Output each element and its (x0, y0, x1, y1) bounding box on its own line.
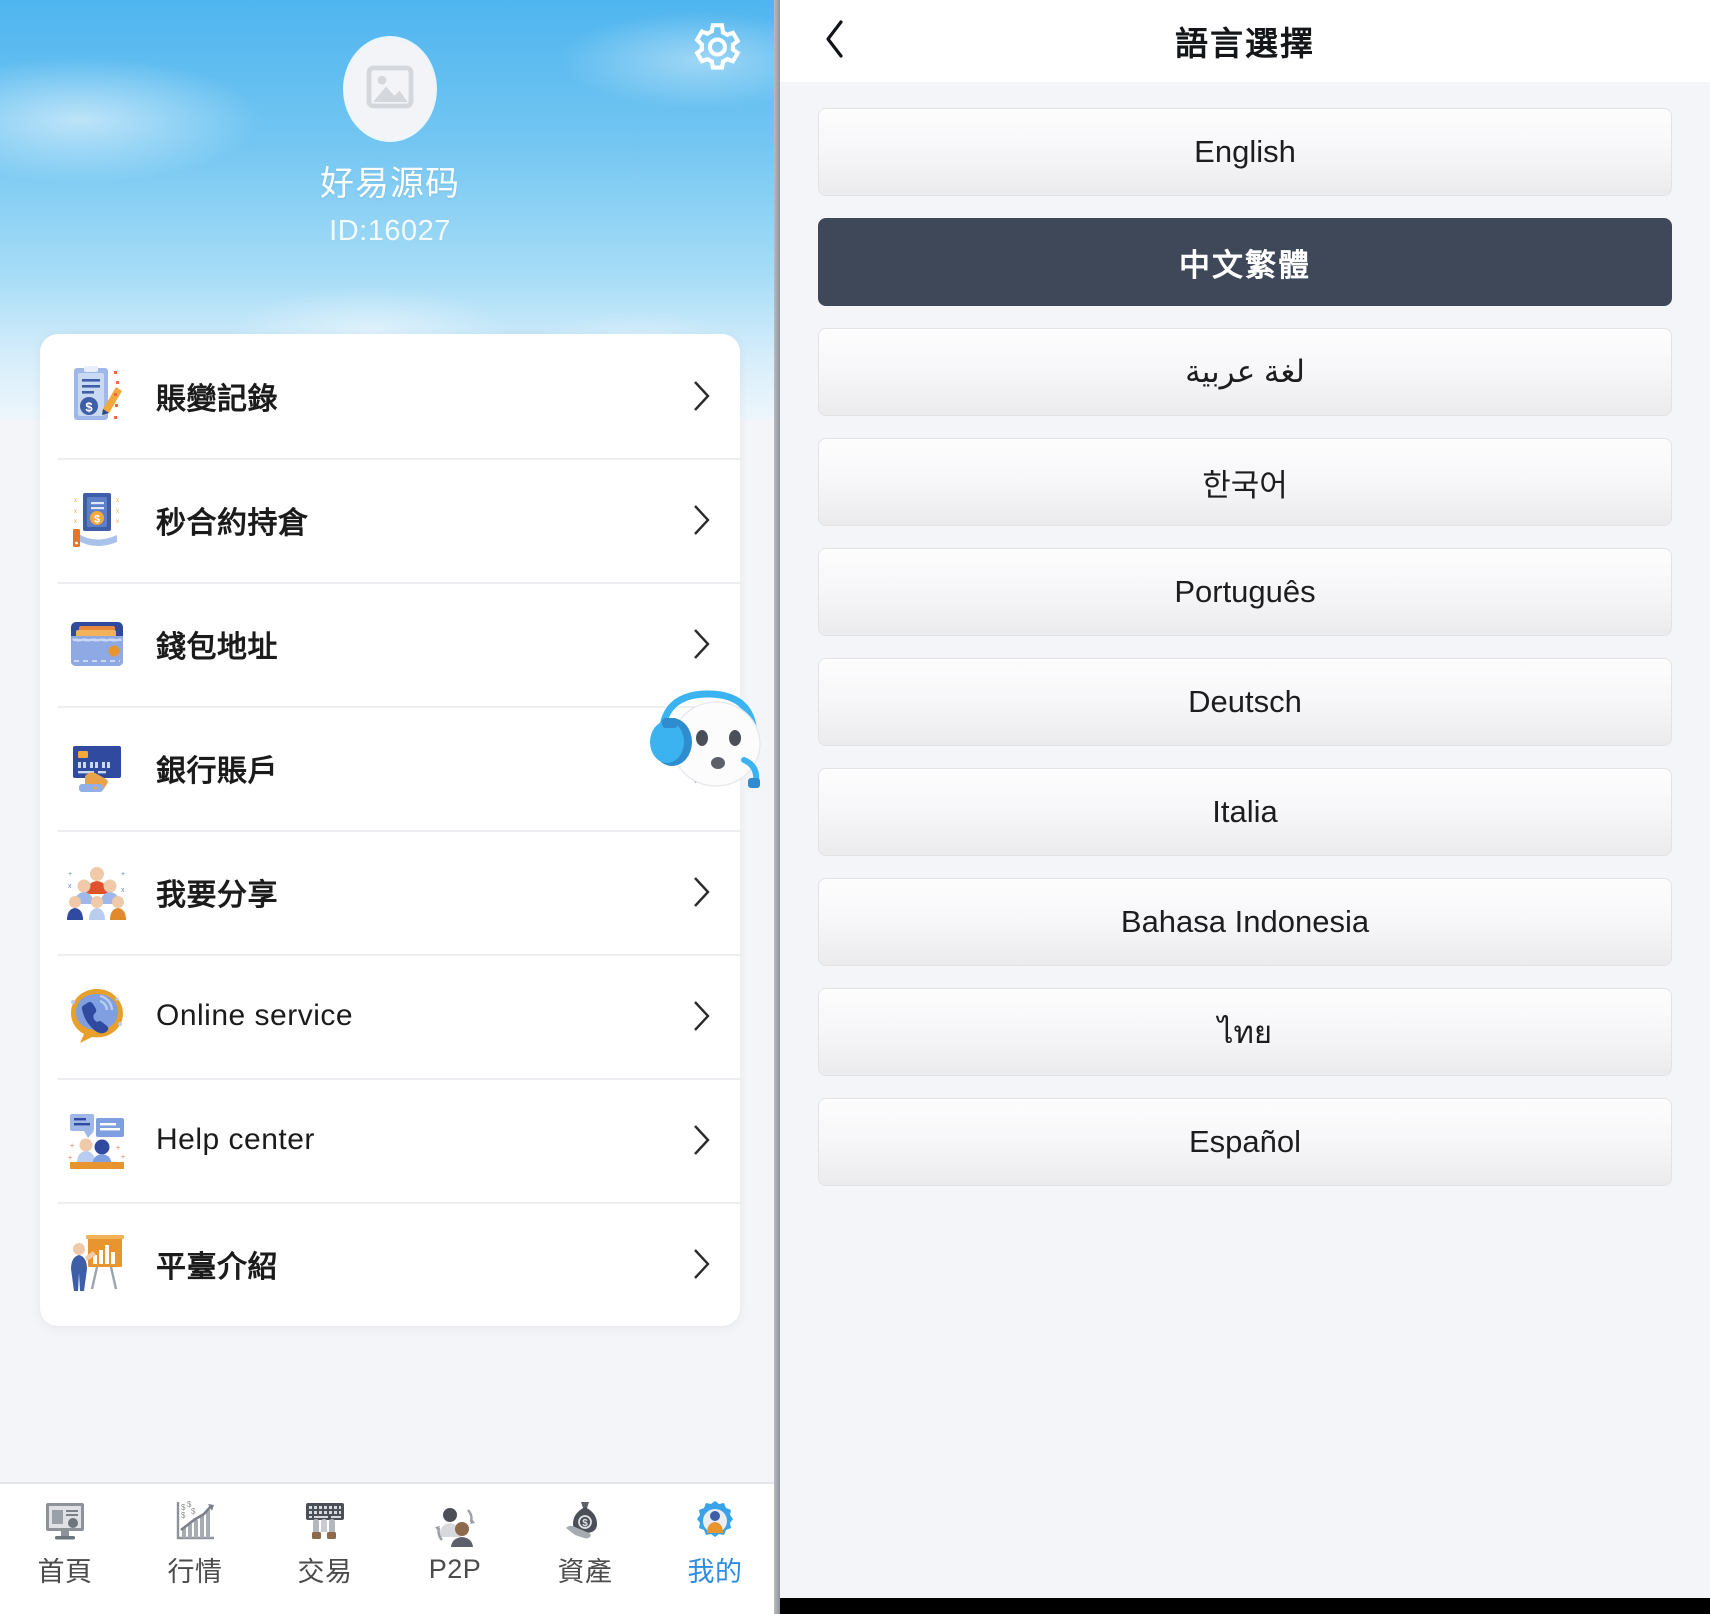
platform-intro-presentation-icon (64, 1231, 130, 1297)
svg-text:x: x (74, 498, 77, 504)
profile-nickname: 好易源码 (320, 165, 460, 203)
profile-menu-card: $ 賬變記錄 $ x x x x x x 秒合約持倉 錢包地址 銀行賬戶 + x… (40, 334, 740, 1326)
chevron-right-icon (692, 999, 712, 1033)
language-list: English 中文繁體 لغة عربية 한국어 Português Deu… (780, 82, 1710, 1186)
svg-text:$: $ (582, 1518, 588, 1529)
chevron-right-icon (692, 379, 712, 413)
svg-text:x: x (74, 519, 77, 525)
back-button[interactable] (804, 0, 866, 82)
chevron-right-icon (692, 503, 712, 537)
menu-item-label: Help center (156, 1123, 315, 1156)
tab-label: P2P (428, 1553, 482, 1584)
svg-text:$: $ (94, 514, 100, 526)
menu-item-label: 賬變記錄 (156, 383, 278, 416)
tab-p2p[interactable]: P2P (390, 1484, 520, 1600)
svg-text:$: $ (85, 400, 93, 415)
market-chart-icon: $ $ $ $ (170, 1496, 220, 1546)
svg-text:$: $ (191, 1507, 196, 1516)
menu-item-help-center[interactable]: + + + + Help center (40, 1078, 740, 1202)
mine-gear-user-icon (690, 1496, 740, 1546)
profile-panel: 好易源码 ID:16027 $ 賬變記錄 $ x x x x x x 秒合約持倉… (0, 0, 780, 1614)
language-option-chinese-traditional[interactable]: 中文繁體 (818, 218, 1672, 306)
gear-icon[interactable] (686, 18, 744, 76)
page-title: 語言選擇 (1175, 25, 1315, 62)
svg-text:+: + (116, 1145, 120, 1152)
bank-account-icon (64, 735, 130, 801)
svg-text:x: x (116, 498, 119, 504)
svg-text:x: x (74, 509, 77, 515)
chevron-right-icon (692, 627, 712, 661)
menu-item-platform-intro[interactable]: 平臺介紹 (40, 1202, 740, 1326)
chevron-right-icon (692, 1247, 712, 1281)
svg-text:+: + (68, 1155, 72, 1162)
assets-moneybag-icon: $ (560, 1496, 610, 1546)
tab-label: 資產 (557, 1556, 613, 1587)
menu-item-second-contract-position[interactable]: $ xxx xxx 秒合約持倉 (40, 458, 740, 582)
menu-item-label: 我要分享 (156, 879, 278, 912)
app-screen: 好易源码 ID:16027 $ 賬變記錄 $ x x x x x x 秒合約持倉… (0, 0, 1710, 1614)
home-indicator-area (0, 1600, 780, 1614)
profile-user-id: ID:16027 (329, 215, 451, 247)
tab-market[interactable]: $ $ $ $ 行情 (130, 1484, 260, 1600)
help-center-chat-icon: + + + + (64, 1107, 130, 1173)
wallet-address-icon (64, 611, 130, 677)
tab-mine[interactable]: 我的 (650, 1484, 780, 1600)
tab-home[interactable]: 首頁 (0, 1484, 130, 1600)
tab-assets[interactable]: $ 資產 (520, 1484, 650, 1600)
menu-item-label: 秒合約持倉 (156, 507, 309, 540)
tab-label: 交易 (297, 1556, 353, 1587)
language-option-english[interactable]: English (818, 108, 1672, 196)
svg-text:+: + (70, 1143, 74, 1150)
language-selection-panel: 語言選擇 English 中文繁體 لغة عربية 한국어 Portuguê… (780, 0, 1710, 1614)
bottom-tab-bar: 首頁 $ $ $ $ 行情 交易 P2P $ 資產 我的 (0, 1482, 780, 1600)
image-placeholder-icon (366, 65, 414, 114)
online-service-phone-icon (64, 983, 130, 1049)
chevron-left-icon (823, 18, 847, 65)
tab-label: 首頁 (37, 1556, 93, 1587)
svg-text:+: + (121, 871, 125, 878)
svg-text:+: + (121, 1154, 125, 1161)
svg-text:x: x (68, 883, 72, 890)
tab-label: 行情 (167, 1556, 223, 1587)
customer-service-robot-icon[interactable] (632, 672, 772, 802)
panel-divider (774, 0, 780, 1614)
language-page-header: 語言選擇 (780, 0, 1710, 82)
menu-item-account-change-record[interactable]: $ 賬變記錄 (40, 334, 740, 458)
chevron-right-icon (692, 1123, 712, 1157)
profile-header: 好易源码 ID:16027 (0, 38, 780, 248)
avatar[interactable] (345, 38, 435, 140)
home-monitor-icon (40, 1496, 90, 1546)
svg-text:+: + (68, 871, 72, 878)
account-change-record-icon: $ (64, 363, 130, 429)
svg-text:x: x (116, 519, 119, 525)
language-option-korean[interactable]: 한국어 (818, 438, 1672, 526)
language-option-thai[interactable]: ไทย (818, 988, 1672, 1076)
menu-item-online-service[interactable]: Online service (40, 954, 740, 1078)
menu-item-share[interactable]: + x + x 我要分享 (40, 830, 740, 954)
chevron-right-icon (692, 875, 712, 909)
language-option-german[interactable]: Deutsch (818, 658, 1672, 746)
language-option-spanish[interactable]: Español (818, 1098, 1672, 1186)
language-option-portuguese[interactable]: Português (818, 548, 1672, 636)
language-option-indonesian[interactable]: Bahasa Indonesia (818, 878, 1672, 966)
p2p-users-icon (430, 1500, 480, 1550)
menu-item-label: 銀行賬戶 (156, 755, 278, 788)
language-option-arabic[interactable]: لغة عربية (818, 328, 1672, 416)
svg-text:$: $ (181, 1511, 186, 1520)
trade-keyboard-icon (300, 1496, 350, 1546)
second-contract-position-icon: $ xxx xxx (64, 487, 130, 553)
tab-trade[interactable]: 交易 (260, 1484, 390, 1600)
share-people-icon: + x + x (64, 859, 130, 925)
svg-text:x: x (121, 887, 125, 894)
menu-item-label: Online service (156, 999, 354, 1032)
svg-text:x: x (116, 509, 119, 515)
language-option-italian[interactable]: Italia (818, 768, 1672, 856)
menu-item-label: 錢包地址 (156, 631, 278, 664)
bottom-system-bar (780, 1598, 1710, 1614)
tab-label: 我的 (687, 1556, 743, 1587)
menu-item-label: 平臺介紹 (156, 1251, 278, 1284)
